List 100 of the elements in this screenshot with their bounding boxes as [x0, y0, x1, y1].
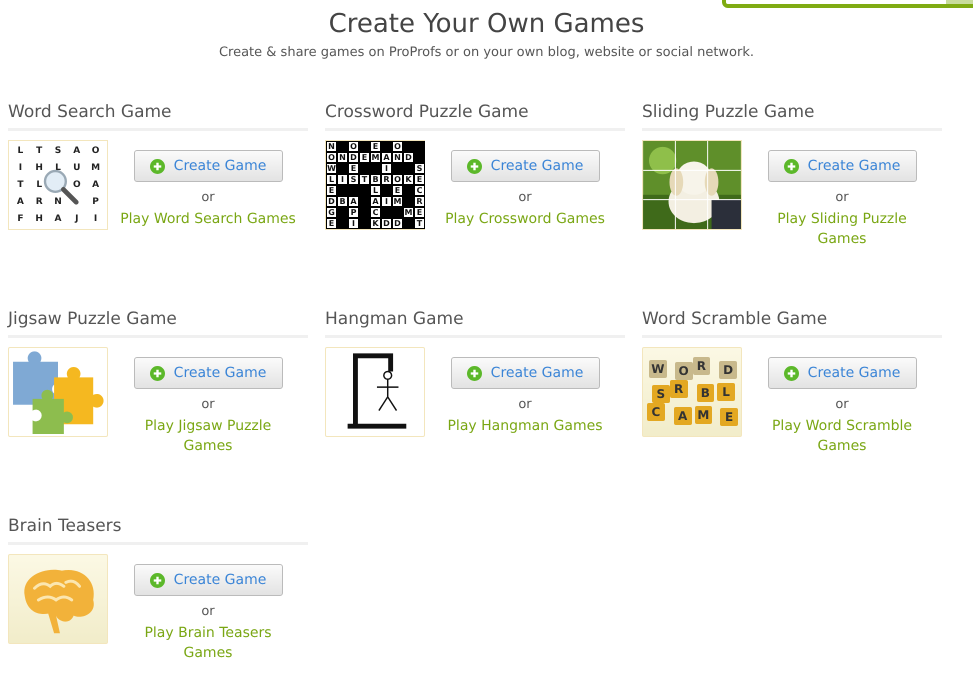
grid-letter: I — [337, 174, 348, 185]
play-games-link[interactable]: Play Brain Teasers Games — [119, 623, 297, 663]
letter-tile: A — [674, 407, 692, 425]
section-title: Brain Teasers — [8, 516, 123, 538]
page-title: Create Your Own Games — [328, 8, 644, 39]
grid-letter: D — [326, 196, 337, 207]
grid-letter: L — [326, 174, 337, 185]
grid-letter: D — [392, 218, 403, 229]
grid-letter: F — [17, 214, 24, 224]
grid-letter: I — [381, 163, 392, 174]
grid-letter: I — [18, 163, 22, 174]
grid-letter: A — [92, 180, 100, 190]
grid-letter: L — [18, 146, 24, 156]
grid-letter: C — [370, 207, 381, 218]
grid-letter: B — [370, 174, 381, 185]
grid-letter: E — [370, 141, 381, 152]
page-subtitle: Create & share games on ProProfs or on your own blog, website or social network. — [218, 45, 756, 60]
grid-letter: M — [370, 152, 381, 163]
plus-icon — [466, 158, 482, 174]
letter-tile: E — [720, 408, 738, 426]
or-label: or — [835, 397, 849, 412]
grid-letter: E — [392, 185, 403, 196]
grid-letter: O — [392, 174, 403, 185]
letter-tile: R — [692, 357, 710, 375]
grid-letter: E — [326, 218, 337, 229]
grid-letter: H — [35, 163, 43, 174]
play-games-link[interactable]: Play Sliding Puzzle Games — [753, 209, 931, 249]
play-games-link[interactable]: Play Hangman Games — [436, 416, 614, 436]
grid-letter: D — [348, 152, 359, 163]
grid-letter: S — [54, 146, 62, 156]
grid-letter: I — [381, 196, 392, 207]
grid-letter: R — [414, 196, 425, 207]
grid-letter: N — [54, 196, 62, 207]
section-title: Word Search Game — [8, 102, 173, 124]
grid-letter: I — [94, 214, 98, 224]
plus-icon — [466, 366, 482, 380]
grid-letter: A — [73, 146, 80, 156]
or-label: or — [201, 190, 215, 205]
grid-letter: I — [348, 218, 359, 229]
grid-letter: A — [381, 152, 392, 163]
grid-letter: W — [326, 163, 337, 174]
create-game-button[interactable]: Create Game — [450, 357, 600, 389]
section-title: Crossword Puzzle Game — [325, 102, 530, 124]
grid-letter: R — [36, 196, 43, 207]
grid-letter: C — [414, 185, 425, 196]
grid-letter: O — [326, 152, 337, 163]
play-games-link[interactable]: Play Word Search Games — [119, 209, 297, 229]
create-game-button[interactable]: Create Game — [768, 357, 916, 389]
letter-tile: L — [717, 383, 735, 401]
create-game-button[interactable]: Create Game — [768, 150, 916, 182]
grid-letter: G — [326, 207, 337, 218]
grid-letter: N — [326, 141, 337, 152]
grid-letter: O — [392, 141, 403, 152]
letter-tile: R — [670, 380, 688, 398]
grid-letter: B — [337, 196, 348, 207]
grid-letter: M — [403, 207, 414, 218]
grid-letter: E — [348, 163, 359, 174]
grid-letter: M — [392, 196, 403, 207]
grid-letter: H — [35, 214, 43, 224]
or-label: or — [201, 604, 215, 619]
plus-icon — [150, 366, 165, 380]
grid-letter: J — [75, 214, 78, 224]
grid-letter: E — [359, 152, 370, 163]
or-label: or — [835, 190, 849, 205]
grid-letter: T — [17, 180, 24, 190]
letter-tile: W — [649, 360, 667, 378]
grid-letter: A — [16, 196, 24, 207]
play-games-link[interactable]: Play Jigsaw Puzzle Games — [119, 416, 297, 456]
create-game-button[interactable]: Create Game — [134, 150, 282, 182]
grid-letter: D — [381, 218, 392, 229]
grid-letter: D — [403, 152, 414, 163]
grid-letter: T — [414, 218, 425, 229]
or-label: or — [518, 397, 532, 412]
grid-letter: S — [414, 163, 425, 174]
section-title: Jigsaw Puzzle Game — [8, 309, 178, 331]
grid-letter: R — [381, 174, 392, 185]
grid-letter: E — [414, 174, 425, 185]
create-game-button[interactable]: Create Game — [134, 357, 282, 389]
grid-letter: A — [54, 214, 62, 224]
or-label: or — [518, 190, 532, 205]
grid-letter: K — [370, 218, 381, 229]
section-title: Sliding Puzzle Game — [642, 102, 816, 124]
grid-letter: K — [403, 174, 414, 185]
play-games-link[interactable]: Play Word Scramble Games — [753, 416, 931, 456]
create-game-button[interactable]: Create Game — [450, 150, 600, 182]
letter-tile: D — [719, 361, 737, 379]
grid-letter: E — [326, 185, 337, 196]
or-label: or — [201, 397, 215, 412]
play-games-link[interactable]: Play Crossword Games — [436, 209, 614, 229]
grid-letter: O — [92, 146, 100, 156]
grid-letter: O — [348, 141, 359, 152]
letter-tile: O — [674, 362, 692, 380]
create-game-button[interactable]: Create Game — [134, 564, 282, 596]
letter-tile: C — [647, 403, 665, 421]
grid-letter: L — [370, 185, 381, 196]
section-title: Word Scramble Game — [642, 309, 828, 331]
section-title: Hangman Game — [325, 309, 465, 331]
grid-letter: T — [36, 146, 42, 156]
letter-tile: S — [652, 385, 670, 403]
grid-letter: E — [414, 207, 425, 218]
